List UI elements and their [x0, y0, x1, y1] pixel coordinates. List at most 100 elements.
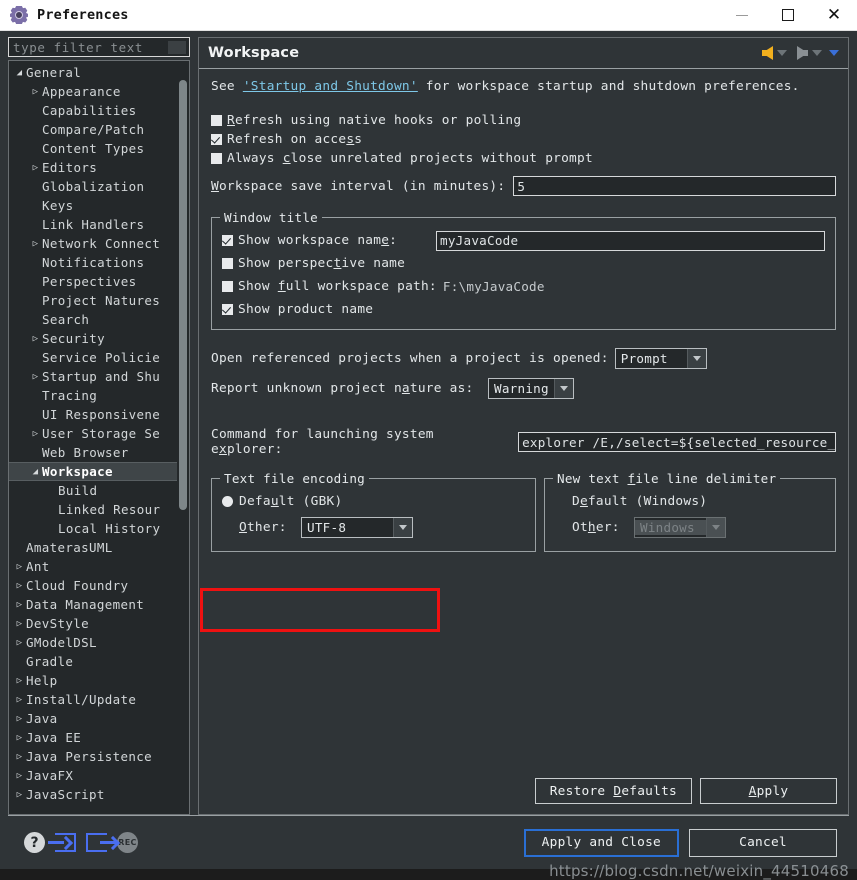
- save-interval-input[interactable]: 5: [513, 176, 836, 196]
- sidebar-item-java[interactable]: ▷ Java: [9, 709, 177, 728]
- twisty-collapsed-icon[interactable]: ▷: [13, 638, 26, 648]
- sidebar-item-network-connect[interactable]: ▷ Network Connect: [9, 234, 177, 253]
- sidebar-item-user-storage-se[interactable]: ▷ User Storage Se: [9, 424, 177, 443]
- sidebar-item-startup-and-shu[interactable]: ▷ Startup and Shu: [9, 367, 177, 386]
- twisty-collapsed-icon[interactable]: ▷: [29, 429, 42, 439]
- sidebar-item-capabilities[interactable]: Capabilities: [9, 101, 177, 120]
- sidebar-item-link-handlers[interactable]: Link Handlers: [9, 215, 177, 234]
- checkbox-show-workspace-name[interactable]: Show workspace name: myJavaCode: [222, 230, 825, 251]
- sidebar-item-general[interactable]: ◢ General: [9, 63, 177, 82]
- explorer-command-input[interactable]: explorer /E,/select=${selected_resource_: [518, 432, 836, 452]
- sidebar-item-local-history[interactable]: Local History: [9, 519, 177, 538]
- encoding-other-select[interactable]: UTF-8: [301, 517, 413, 538]
- sidebar-item-java-ee[interactable]: ▷ Java EE: [9, 728, 177, 747]
- back-arrow-icon[interactable]: [762, 46, 773, 60]
- sidebar-item-service-policie[interactable]: Service Policie: [9, 348, 177, 367]
- radio-dot[interactable]: [222, 522, 233, 533]
- sidebar-item-java-persistence[interactable]: ▷ Java Persistence: [9, 747, 177, 766]
- checkbox-show-full-path[interactable]: Show full workspace path: F:\myJavaCode: [222, 277, 825, 296]
- sidebar-item-editors[interactable]: ▷ Editors: [9, 158, 177, 177]
- twisty-collapsed-icon[interactable]: ▷: [13, 771, 26, 781]
- tree-scrollbar[interactable]: [178, 62, 188, 813]
- import-icon[interactable]: [48, 833, 76, 852]
- twisty-collapsed-icon[interactable]: ▷: [29, 87, 42, 97]
- twisty-collapsed-icon[interactable]: ▷: [13, 790, 26, 800]
- sidebar-item-help[interactable]: ▷ Help: [9, 671, 177, 690]
- sidebar-item-tracing[interactable]: Tracing: [9, 386, 177, 405]
- sidebar-item-security[interactable]: ▷ Security: [9, 329, 177, 348]
- sidebar-item-install-update[interactable]: ▷ Install/Update: [9, 690, 177, 709]
- sidebar-item-data-management[interactable]: ▷ Data Management: [9, 595, 177, 614]
- twisty-collapsed-icon[interactable]: ▷: [13, 752, 26, 762]
- twisty-collapsed-icon[interactable]: ▷: [13, 562, 26, 572]
- export-icon[interactable]: [86, 833, 116, 852]
- chevron-down-icon[interactable]: [554, 379, 573, 398]
- close-button[interactable]: ✕: [811, 0, 857, 31]
- chevron-down-icon[interactable]: [686, 349, 706, 368]
- help-icon[interactable]: ?: [24, 832, 45, 853]
- workspace-name-input[interactable]: myJavaCode: [436, 230, 825, 251]
- twisty-collapsed-icon[interactable]: ▷: [29, 372, 42, 382]
- sidebar-item-globalization[interactable]: Globalization: [9, 177, 177, 196]
- radio-encoding-default[interactable]: Default (GBK): [222, 492, 525, 511]
- checkbox-box[interactable]: [211, 153, 222, 164]
- checkbox-always-close-unrelated[interactable]: Always close unrelated projects without …: [211, 149, 836, 168]
- twisty-expanded-icon[interactable]: ◢: [29, 467, 42, 477]
- radio-dot[interactable]: [555, 522, 566, 533]
- sidebar-item-content-types[interactable]: Content Types: [9, 139, 177, 158]
- radio-delimiter-default[interactable]: Default (Windows): [555, 492, 825, 511]
- sidebar-item-keys[interactable]: Keys: [9, 196, 177, 215]
- sidebar-item-gmodeldsl[interactable]: ▷ GModelDSL: [9, 633, 177, 652]
- maximize-button[interactable]: [765, 0, 811, 31]
- sidebar-item-search[interactable]: Search: [9, 310, 177, 329]
- sidebar-item-appearance[interactable]: ▷ Appearance: [9, 82, 177, 101]
- checkbox-box[interactable]: [222, 235, 233, 246]
- checkbox-show-perspective-name[interactable]: Show perspective name: [222, 254, 825, 273]
- radio-encoding-other[interactable]: Other: UTF-8: [222, 517, 525, 538]
- preferences-tree[interactable]: ◢ General ▷ Appearance Capabilities Compare/P…: [8, 60, 190, 815]
- sidebar-item-cloud-foundry[interactable]: ▷ Cloud Foundry: [9, 576, 177, 595]
- twisty-collapsed-icon[interactable]: ▷: [29, 334, 42, 344]
- checkbox-box[interactable]: [222, 304, 233, 315]
- minimize-button[interactable]: [719, 0, 765, 31]
- chevron-down-icon[interactable]: [393, 518, 412, 537]
- twisty-collapsed-icon[interactable]: ▷: [13, 676, 26, 686]
- checkbox-box[interactable]: [211, 115, 222, 126]
- sidebar-item-devstyle[interactable]: ▷ DevStyle: [9, 614, 177, 633]
- radio-dot[interactable]: [555, 496, 566, 507]
- checkbox-show-product-name[interactable]: Show product name: [222, 300, 825, 319]
- sidebar-item-javafx[interactable]: ▷ JavaFX: [9, 766, 177, 785]
- checkbox-box[interactable]: [211, 134, 222, 145]
- twisty-collapsed-icon[interactable]: ▷: [29, 239, 42, 249]
- radio-dot[interactable]: [222, 496, 233, 507]
- checkbox-refresh-native[interactable]: Refresh using native hooks or polling: [211, 111, 836, 130]
- sidebar-item-ant[interactable]: ▷ Ant: [9, 557, 177, 576]
- tree-scrollbar-thumb[interactable]: [179, 80, 187, 510]
- checkbox-box[interactable]: [222, 281, 233, 292]
- twisty-collapsed-icon[interactable]: ▷: [13, 581, 26, 591]
- twisty-collapsed-icon[interactable]: ▷: [13, 714, 26, 724]
- report-nature-select[interactable]: Warning: [488, 378, 574, 399]
- sidebar-item-workspace[interactable]: ◢ Workspace: [9, 462, 177, 481]
- sidebar-item-linked-resour[interactable]: Linked Resour: [9, 500, 177, 519]
- forward-history-chevron-down-icon[interactable]: [812, 50, 822, 56]
- sidebar-item-project-natures[interactable]: Project Natures: [9, 291, 177, 310]
- twisty-collapsed-icon[interactable]: ▷: [29, 163, 42, 173]
- radio-delimiter-other[interactable]: Other: Windows: [555, 517, 825, 538]
- sidebar-item-perspectives[interactable]: Perspectives: [9, 272, 177, 291]
- sidebar-item-web-browser[interactable]: Web Browser: [9, 443, 177, 462]
- apply-button[interactable]: Apply: [700, 778, 837, 804]
- filter-clear-area[interactable]: [168, 41, 186, 54]
- twisty-collapsed-icon[interactable]: ▷: [13, 600, 26, 610]
- sidebar-item-notifications[interactable]: Notifications: [9, 253, 177, 272]
- panel-menu-chevron-down-icon[interactable]: [829, 50, 839, 56]
- twisty-collapsed-icon[interactable]: ▷: [13, 733, 26, 743]
- sidebar-item-gradle[interactable]: Gradle: [9, 652, 177, 671]
- twisty-expanded-icon[interactable]: ◢: [13, 68, 26, 78]
- back-history-chevron-down-icon[interactable]: [777, 50, 787, 56]
- twisty-collapsed-icon[interactable]: ▷: [13, 695, 26, 705]
- twisty-collapsed-icon[interactable]: ▷: [13, 619, 26, 629]
- open-referenced-select[interactable]: Prompt: [614, 348, 707, 369]
- sidebar-item-compare-patch[interactable]: Compare/Patch: [9, 120, 177, 139]
- startup-shutdown-link[interactable]: 'Startup and Shutdown': [243, 79, 418, 94]
